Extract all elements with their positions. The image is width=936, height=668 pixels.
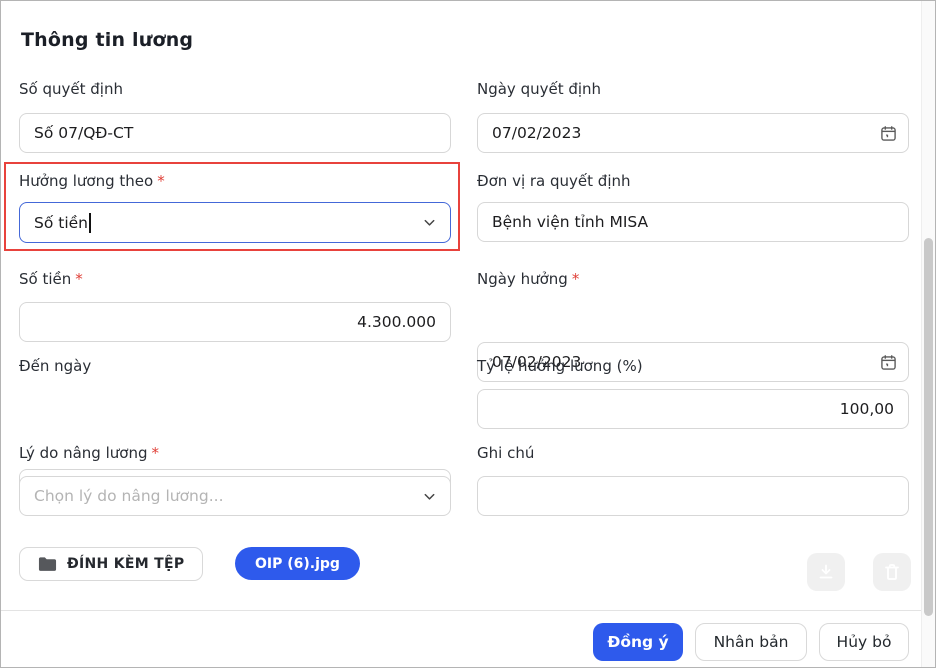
confirm-button[interactable]: Đồng ý [593, 623, 683, 661]
raise-reason-wrap: Chọn lý do nâng lương... [19, 476, 451, 516]
effective-date-label: Ngày hưởng* [477, 269, 909, 289]
attach-file-button[interactable]: ĐÍNH KÈM TỆP [19, 547, 203, 581]
required-asterisk: * [75, 270, 83, 288]
cancel-button-label: Hủy bỏ [837, 633, 892, 651]
salary-rate-wrap [477, 389, 909, 429]
chevron-down-icon [420, 214, 438, 232]
decision-date-label: Ngày quyết định [477, 79, 909, 99]
field-decision-date: Ngày quyết định [477, 79, 909, 99]
attached-file-name: OIP (6).jpg [255, 556, 340, 572]
vertical-scrollbar-track[interactable] [921, 1, 935, 667]
field-effective-date: Ngày hưởng* [477, 269, 909, 289]
end-date-label: Đến ngày [19, 356, 451, 376]
delete-file-button[interactable] [873, 553, 911, 591]
raise-reason-select[interactable]: Chọn lý do nâng lương... [19, 476, 451, 516]
download-file-button[interactable] [807, 553, 845, 591]
cancel-button[interactable]: Hủy bỏ [819, 623, 909, 661]
note-wrap [477, 476, 909, 516]
raise-reason-label: Lý do nâng lương* [19, 443, 451, 463]
required-asterisk: * [572, 270, 580, 288]
field-decision-number: Số quyết định [19, 79, 451, 99]
download-icon [817, 563, 835, 581]
salary-basis-wrap: Số tiền [19, 202, 451, 243]
amount-wrap [19, 302, 451, 342]
salary-rate-input[interactable] [477, 389, 909, 429]
required-asterisk: * [157, 172, 165, 190]
decision-number-wrap [19, 113, 451, 153]
salary-rate-label: Tỷ lệ hưởng lương (%) [477, 356, 909, 376]
salary-basis-select[interactable]: Số tiền [19, 202, 451, 243]
duplicate-button-label: Nhân bản [714, 633, 789, 651]
note-input[interactable] [477, 476, 909, 516]
confirm-button-label: Đồng ý [607, 633, 668, 651]
duplicate-button[interactable]: Nhân bản [695, 623, 807, 661]
trash-icon [883, 563, 901, 581]
field-salary-basis: Hưởng lương theo* [19, 171, 451, 191]
salary-basis-value: Số tiền [34, 214, 88, 232]
amount-label: Số tiền* [19, 269, 451, 289]
field-end-date: Đến ngày [19, 356, 451, 376]
decision-unit-input[interactable] [477, 202, 909, 242]
decision-unit-wrap [477, 202, 909, 242]
attached-file-chip[interactable]: OIP (6).jpg [235, 547, 360, 580]
field-salary-rate: Tỷ lệ hưởng lương (%) [477, 356, 909, 376]
calendar-icon[interactable] [879, 124, 897, 142]
decision-date-wrap [477, 113, 909, 153]
decision-number-input[interactable] [19, 113, 451, 153]
raise-reason-placeholder: Chọn lý do nâng lương... [34, 487, 224, 505]
decision-number-label: Số quyết định [19, 79, 451, 99]
attach-file-label: ĐÍNH KÈM TỆP [67, 556, 184, 572]
page-title: Thông tin lương [21, 29, 193, 51]
text-cursor [89, 213, 91, 233]
field-amount: Số tiền* [19, 269, 451, 289]
chevron-down-icon [420, 487, 438, 505]
required-asterisk: * [151, 444, 159, 462]
decision-unit-label: Đơn vị ra quyết định [477, 171, 909, 191]
folder-icon [38, 556, 57, 572]
field-raise-reason: Lý do nâng lương* [19, 443, 451, 463]
vertical-scrollbar-thumb[interactable] [924, 238, 933, 616]
amount-input[interactable] [19, 302, 451, 342]
footer-divider [1, 610, 923, 611]
salary-info-modal: Thông tin lương Số quyết định Ngày quyết… [0, 0, 936, 668]
decision-date-input[interactable] [477, 113, 909, 153]
note-label: Ghi chú [477, 443, 909, 463]
salary-basis-label: Hưởng lương theo* [19, 171, 451, 191]
field-decision-unit: Đơn vị ra quyết định [477, 171, 909, 191]
field-note: Ghi chú [477, 443, 909, 463]
